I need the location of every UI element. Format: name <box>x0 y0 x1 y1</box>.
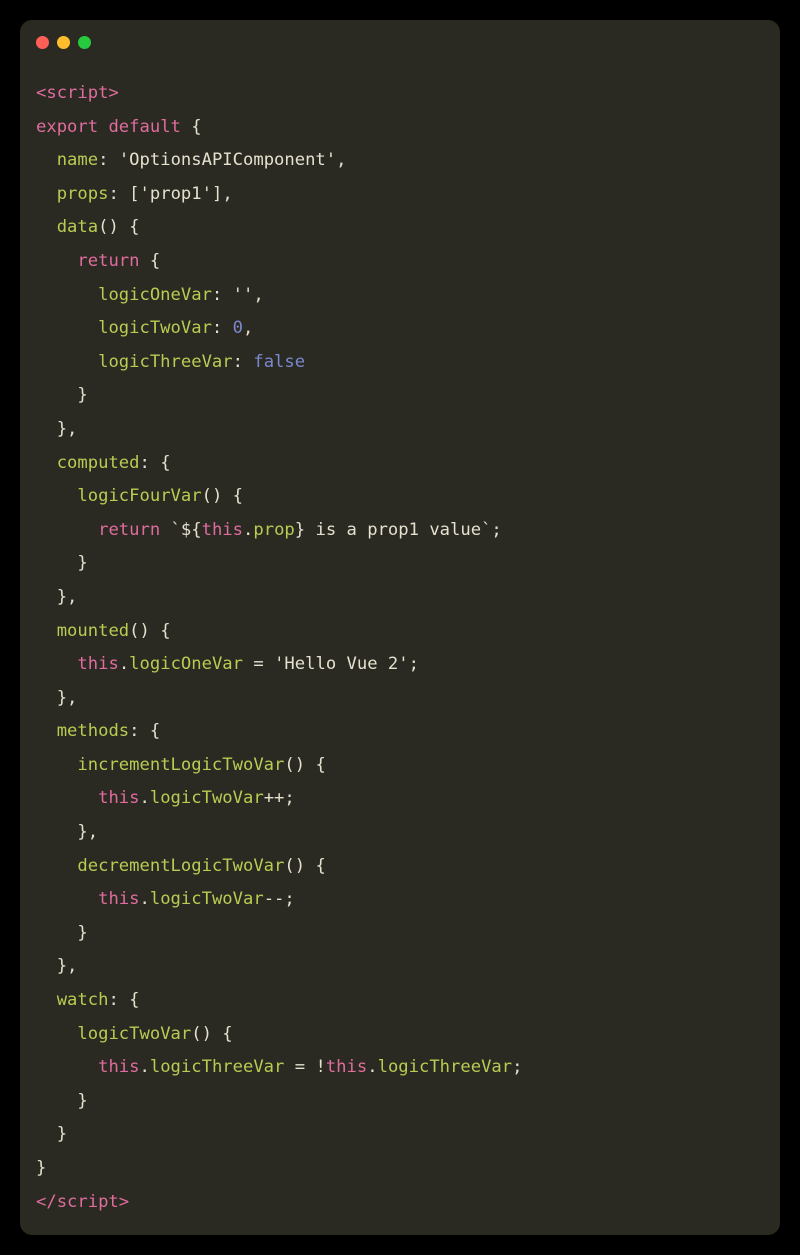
kw-this-2: this <box>77 654 118 674</box>
tag-close: </script> <box>36 1192 129 1212</box>
code-block: <script> export default { name: 'Options… <box>20 57 780 1235</box>
kw-this-1: this <box>202 520 243 540</box>
me-logicTwoVar-1: logicTwoVar <box>150 788 264 808</box>
kw-this-3: this <box>98 788 139 808</box>
w-logicThreeVar-2: logicThreeVar <box>378 1057 513 1077</box>
c-logicFourVar: logicFourVar <box>77 486 201 506</box>
prop-name: name <box>57 150 98 170</box>
d-logicOneVar: logicOneVar <box>98 285 212 305</box>
w-logicTwoVar: logicTwoVar <box>77 1024 191 1044</box>
val-props: 'prop1' <box>140 184 212 204</box>
prop-watch: watch <box>57 990 109 1010</box>
kw-this-5: this <box>98 1057 139 1077</box>
d-logicThreeVar: logicThreeVar <box>98 352 233 372</box>
maximize-icon[interactable] <box>78 36 91 49</box>
kw-this-6: this <box>326 1057 367 1077</box>
me-logicTwoVar-2: logicTwoVar <box>150 889 264 909</box>
me-incr: incrementLogicTwoVar <box>77 755 284 775</box>
kw-return-1: return <box>77 251 139 271</box>
prop-computed: computed <box>57 453 140 473</box>
kw-this-4: this <box>98 889 139 909</box>
d-logicTwoVar: logicTwoVar <box>98 318 212 338</box>
prop-data: data <box>57 217 98 237</box>
kw-return-2: return <box>98 520 160 540</box>
m-logicOneVar: logicOneVar <box>129 654 243 674</box>
c-template-text: is a prop1 value <box>305 520 481 540</box>
d-logicTwoVal: 0 <box>233 318 243 338</box>
me-decr: decrementLogicTwoVar <box>77 856 284 876</box>
window-titlebar <box>20 20 780 57</box>
c-prop: prop <box>253 520 294 540</box>
d-logicOneVal: '' <box>233 285 254 305</box>
minimize-icon[interactable] <box>57 36 70 49</box>
w-logicThreeVar-1: logicThreeVar <box>150 1057 285 1077</box>
prop-mounted: mounted <box>57 621 129 641</box>
prop-methods: methods <box>57 721 129 741</box>
close-icon[interactable] <box>36 36 49 49</box>
tag-open: <script> <box>36 83 119 103</box>
val-name: 'OptionsAPIComponent' <box>119 150 336 170</box>
d-logicThreeVal: false <box>253 352 305 372</box>
kw-default: default <box>108 117 180 137</box>
editor-window: <script> export default { name: 'Options… <box>20 20 780 1235</box>
kw-export: export <box>36 117 98 137</box>
m-string: 'Hello Vue 2' <box>274 654 409 674</box>
prop-props: props <box>57 184 109 204</box>
